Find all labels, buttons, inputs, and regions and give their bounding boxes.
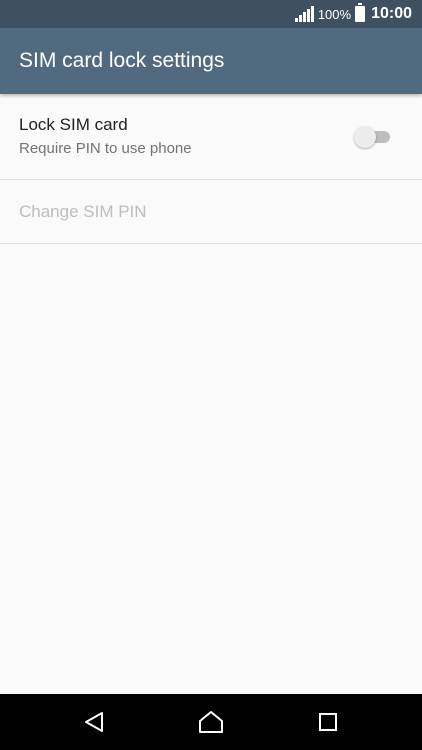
battery-percent: 100%	[317, 6, 352, 22]
signal-icon	[294, 6, 314, 22]
back-button[interactable]	[64, 694, 124, 750]
recents-button[interactable]	[298, 694, 358, 750]
change-sim-pin-label: Change SIM PIN	[19, 201, 147, 221]
page-title: SIM card lock settings	[19, 49, 225, 72]
app-bar: SIM card lock settings	[0, 28, 422, 94]
change-sim-pin-setting[interactable]: Change SIM PIN	[0, 180, 422, 244]
battery-icon	[355, 3, 366, 22]
navigation-bar	[0, 694, 422, 750]
lock-sim-card-toggle[interactable]	[354, 126, 390, 148]
home-button[interactable]	[181, 694, 241, 750]
lock-sim-card-setting[interactable]: Lock SIM card Require PIN to use phone	[0, 94, 422, 180]
back-icon	[85, 712, 103, 732]
screen: 100% 10:00 SIM card lock settings Lock S…	[0, 0, 422, 750]
status-bar: 100% 10:00	[0, 0, 422, 28]
clock: 10:00	[371, 5, 412, 22]
settings-list: Lock SIM card Require PIN to use phone C…	[0, 94, 422, 244]
home-icon	[199, 711, 223, 733]
recents-icon	[319, 713, 337, 731]
toggle-thumb	[354, 126, 376, 148]
